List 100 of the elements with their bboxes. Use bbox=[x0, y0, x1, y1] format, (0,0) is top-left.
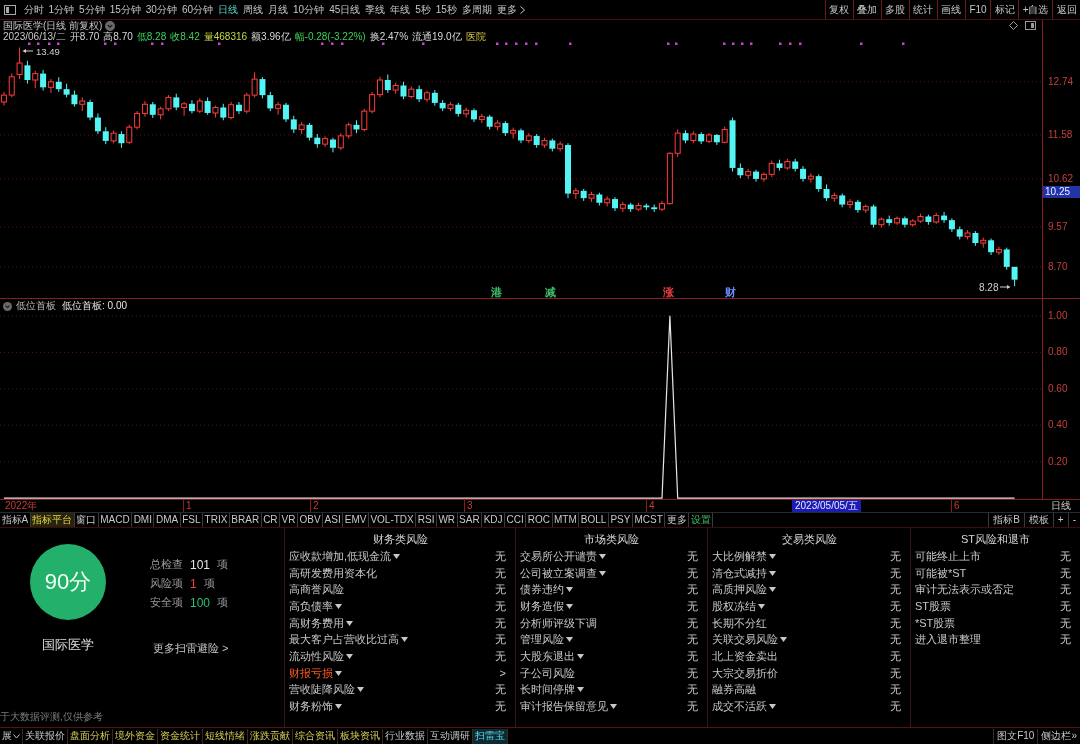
indicator-button[interactable]: 模板 bbox=[1023, 513, 1053, 527]
risk-label[interactable]: 财务粉饰 bbox=[289, 699, 333, 715]
caret-icon[interactable] bbox=[577, 687, 584, 693]
bottom-tab[interactable]: 境外资金 bbox=[113, 728, 158, 744]
period-tab[interactable]: 5秒 bbox=[412, 0, 434, 19]
dropdown-icon[interactable] bbox=[105, 20, 116, 31]
period-tab[interactable]: 分时 bbox=[21, 0, 46, 19]
toolbar-button[interactable]: F10 bbox=[964, 0, 991, 19]
risk-label[interactable]: 管理风险 bbox=[520, 632, 564, 648]
indicator-tab[interactable]: 窗口 bbox=[74, 513, 99, 527]
period-tab[interactable]: 15秒 bbox=[433, 0, 460, 19]
dropdown-icon[interactable] bbox=[3, 301, 12, 311]
toolbar-button[interactable]: 复权 bbox=[824, 0, 853, 19]
indicator-tab[interactable]: MTM bbox=[552, 513, 580, 527]
indicator-tab[interactable]: TRIX bbox=[203, 513, 230, 527]
period-tab[interactable]: 1分钟 bbox=[46, 0, 77, 19]
indicator-tab[interactable]: 设置 bbox=[689, 513, 714, 527]
caret-icon[interactable] bbox=[769, 553, 776, 559]
period-tab[interactable]: 45日线 bbox=[326, 0, 363, 19]
indicator-button[interactable]: + bbox=[1052, 513, 1068, 527]
caret-icon[interactable] bbox=[335, 670, 342, 676]
caret-icon[interactable] bbox=[346, 620, 353, 626]
indicator-tab[interactable]: 指标A bbox=[0, 513, 31, 527]
caret-icon[interactable] bbox=[599, 553, 606, 559]
period-tab[interactable]: 月线 bbox=[265, 0, 291, 19]
caret-icon[interactable] bbox=[566, 603, 573, 609]
toolbar-button[interactable]: 标记 bbox=[990, 0, 1019, 19]
period-tab[interactable]: 5分钟 bbox=[76, 0, 108, 19]
caret-icon[interactable] bbox=[335, 704, 342, 710]
risk-label[interactable]: 成交不活跃 bbox=[712, 699, 767, 715]
toolbar-button[interactable]: 画线 bbox=[936, 0, 965, 19]
event-marker[interactable]: 港 bbox=[491, 286, 502, 298]
risk-label[interactable]: 高负债率 bbox=[289, 598, 333, 614]
indicator-tab[interactable]: DMI bbox=[132, 513, 155, 527]
indicator-tab[interactable]: DMA bbox=[154, 513, 181, 527]
risk-label[interactable]: 大比例解禁 bbox=[712, 548, 767, 564]
event-marker[interactable]: 涨 bbox=[663, 286, 674, 298]
risk-label[interactable]: 财报亏损 bbox=[289, 665, 333, 681]
risk-label[interactable]: 营收陡降风险 bbox=[289, 682, 355, 698]
indicator-tab[interactable]: MACD bbox=[98, 513, 133, 527]
caret-icon[interactable] bbox=[566, 637, 573, 643]
indicator-button[interactable]: - bbox=[1067, 513, 1080, 527]
period-tab[interactable]: 周线 bbox=[240, 0, 266, 19]
risk-label[interactable]: 流动性风险 bbox=[289, 648, 344, 664]
caret-icon[interactable] bbox=[346, 653, 353, 659]
caret-icon[interactable] bbox=[610, 704, 617, 710]
indicator-button[interactable]: 指标B bbox=[988, 513, 1024, 527]
indicator-tab[interactable]: PSY bbox=[608, 513, 633, 527]
period-tab[interactable]: 10分钟 bbox=[290, 0, 327, 19]
caret-icon[interactable] bbox=[357, 687, 364, 693]
event-marker[interactable]: 财 bbox=[725, 286, 736, 298]
caret-icon[interactable] bbox=[769, 570, 776, 576]
risk-label[interactable]: 清仓式减持 bbox=[712, 565, 767, 581]
indicator-tab[interactable]: FSL bbox=[180, 513, 204, 527]
toolbar-button[interactable]: 多股 bbox=[880, 0, 909, 19]
bottom-button[interactable]: 侧边栏» bbox=[1037, 728, 1080, 744]
indicator-tab[interactable]: ASI bbox=[323, 513, 344, 527]
bottom-tab[interactable]: 展 bbox=[0, 728, 23, 744]
period-tab[interactable]: 季线 bbox=[362, 0, 388, 19]
toolbar-button[interactable]: +自选 bbox=[1018, 0, 1052, 19]
risk-label[interactable]: 应收款增加,低现金流 bbox=[289, 548, 392, 564]
risk-label[interactable]: 长时间停牌 bbox=[520, 682, 575, 698]
event-marker[interactable]: 减 bbox=[545, 286, 556, 298]
bottom-tab[interactable]: 综合资讯 bbox=[293, 728, 338, 744]
risk-label[interactable]: 大股东退出 bbox=[520, 648, 575, 664]
caret-icon[interactable] bbox=[758, 603, 765, 609]
bottom-tab[interactable]: 短线情绪 bbox=[203, 728, 248, 744]
bottom-tab[interactable]: 扫雷宝 bbox=[473, 728, 508, 744]
period-tab[interactable]: 日线 bbox=[215, 0, 241, 19]
bottom-tab[interactable]: 涨跌贡献 bbox=[248, 728, 293, 744]
indicator-tab[interactable]: BRAR bbox=[229, 513, 262, 527]
bottom-button[interactable]: 图文F10 bbox=[993, 728, 1038, 744]
caret-icon[interactable] bbox=[335, 603, 342, 609]
indicator-name[interactable]: 低位首板 bbox=[16, 299, 56, 313]
indicator-tab[interactable]: SAR bbox=[457, 513, 483, 527]
bottom-tab[interactable]: 盘面分析 bbox=[68, 728, 113, 744]
indicator-tab[interactable]: 更多 bbox=[665, 513, 690, 527]
bottom-tab[interactable]: 资金统计 bbox=[158, 728, 203, 744]
indicator-tab[interactable]: KDJ bbox=[482, 513, 506, 527]
period-tab[interactable]: 年线 bbox=[387, 0, 413, 19]
indicator-tab[interactable]: VOL-TDX bbox=[368, 513, 417, 527]
risk-label[interactable]: 股权冻结 bbox=[712, 598, 756, 614]
indicator-tab[interactable]: OBV bbox=[298, 513, 324, 527]
caret-icon[interactable] bbox=[566, 587, 573, 593]
caret-icon[interactable] bbox=[577, 653, 584, 659]
risk-label[interactable]: 高财务费用 bbox=[289, 615, 344, 631]
caret-icon[interactable] bbox=[393, 553, 401, 559]
indicator-tab[interactable]: 指标平台 bbox=[30, 513, 75, 527]
caret-icon[interactable] bbox=[769, 587, 776, 593]
more-scan-link[interactable]: 更多扫雷避险 > bbox=[153, 641, 229, 655]
indicator-tab[interactable]: VR bbox=[280, 513, 298, 527]
period-tab[interactable]: 60分钟 bbox=[179, 0, 216, 19]
panel-icon[interactable] bbox=[4, 4, 16, 15]
risk-label[interactable]: 最大客户占营收比过高 bbox=[289, 632, 399, 648]
period-tab[interactable]: 15分钟 bbox=[107, 0, 144, 19]
indicator-tab[interactable]: BOLL bbox=[579, 513, 609, 527]
caret-icon[interactable] bbox=[401, 637, 408, 643]
risk-label[interactable]: 财务造假 bbox=[520, 598, 564, 614]
indicator-tab[interactable]: WR bbox=[436, 513, 458, 527]
risk-label[interactable]: 交易所公开谴责 bbox=[520, 548, 597, 564]
